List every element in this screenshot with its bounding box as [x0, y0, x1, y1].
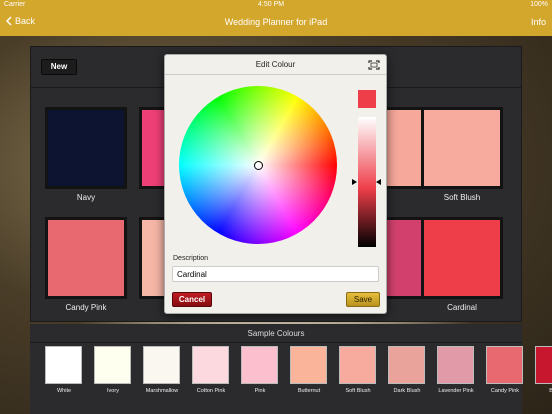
sample-colour-label: Dark Blush [393, 388, 421, 394]
dialog-title: Edit Colour [255, 60, 296, 69]
sample-colours-bar: Sample Colours White Ivory Marshmallow Cott… [30, 324, 552, 414]
sample-colour-swatch[interactable] [486, 346, 523, 384]
colour-wheel[interactable] [179, 86, 337, 244]
description-field[interactable] [172, 266, 379, 282]
sample-colour-label: White [56, 388, 72, 394]
description-label: Description [173, 255, 209, 262]
sample-colour-swatch[interactable] [192, 346, 229, 384]
save-button[interactable]: Save [346, 292, 380, 307]
sample-colour-swatch[interactable] [143, 346, 180, 384]
swatch-label: Cardinal [447, 303, 477, 312]
status-bar: Carrier 4:50 PM 100% [0, 0, 552, 10]
carrier-label: Carrier [4, 1, 26, 8]
info-button[interactable]: Info [531, 17, 546, 27]
colour-swatch[interactable] [421, 217, 503, 299]
sample-colour-label: Candy Pink [490, 388, 520, 394]
sample-colour-swatch[interactable] [437, 346, 474, 384]
colour-swatch[interactable] [45, 107, 127, 189]
slider-handle-left-icon[interactable] [352, 179, 357, 185]
slider-handle-right-icon[interactable] [376, 179, 381, 185]
sample-colour-swatch[interactable] [339, 346, 376, 384]
swatch-label: Soft Blush [443, 193, 481, 202]
battery-label: 100% [530, 1, 548, 8]
status-time: 4:50 PM [258, 1, 285, 8]
sample-colours-title: Sample Colours [247, 329, 305, 338]
swatch-fill [424, 110, 500, 186]
sample-colour-swatch[interactable] [45, 346, 82, 384]
edit-colour-dialog: Edit Colour Description Cancel Save [164, 54, 387, 314]
colour-swatch[interactable] [421, 107, 503, 189]
sample-colour-label: Ivory [107, 388, 119, 394]
sample-colour-swatch[interactable] [241, 346, 278, 384]
sample-colour-label: Cotton Pink [196, 388, 226, 394]
brightness-slider[interactable] [358, 117, 376, 247]
selected-colour-preview [358, 90, 376, 108]
sample-colour-label: Bric [549, 388, 552, 394]
sample-colour-swatch[interactable] [94, 346, 131, 384]
dialog-header: Edit Colour [165, 55, 386, 75]
sample-colour-label: Soft Blush [345, 388, 371, 394]
sample-colour-label: Pink [254, 388, 266, 394]
expand-icon[interactable] [368, 60, 380, 70]
page-title: Wedding Planner for iPad [224, 17, 328, 27]
swatch-fill [48, 110, 124, 186]
swatch-fill [424, 220, 500, 296]
sample-colour-swatch[interactable] [388, 346, 425, 384]
colour-swatch[interactable] [45, 217, 127, 299]
swatch-label: Navy [76, 193, 96, 202]
navigation-bar: Back Wedding Planner for iPad Info [0, 10, 552, 36]
sample-colour-label: Marshmallow [145, 388, 179, 394]
sample-colour-label: Butternut [297, 388, 321, 394]
sample-colour-swatch[interactable] [535, 346, 552, 384]
sample-colour-swatch[interactable] [290, 346, 327, 384]
new-colour-button[interactable]: New [41, 59, 77, 75]
divider [30, 342, 522, 343]
swatch-fill [48, 220, 124, 296]
colour-wheel-cursor[interactable] [254, 161, 263, 170]
cancel-button[interactable]: Cancel [172, 292, 212, 307]
sample-colour-label: Lavender Pink [438, 388, 474, 394]
swatch-label: Candy Pink [65, 303, 107, 312]
